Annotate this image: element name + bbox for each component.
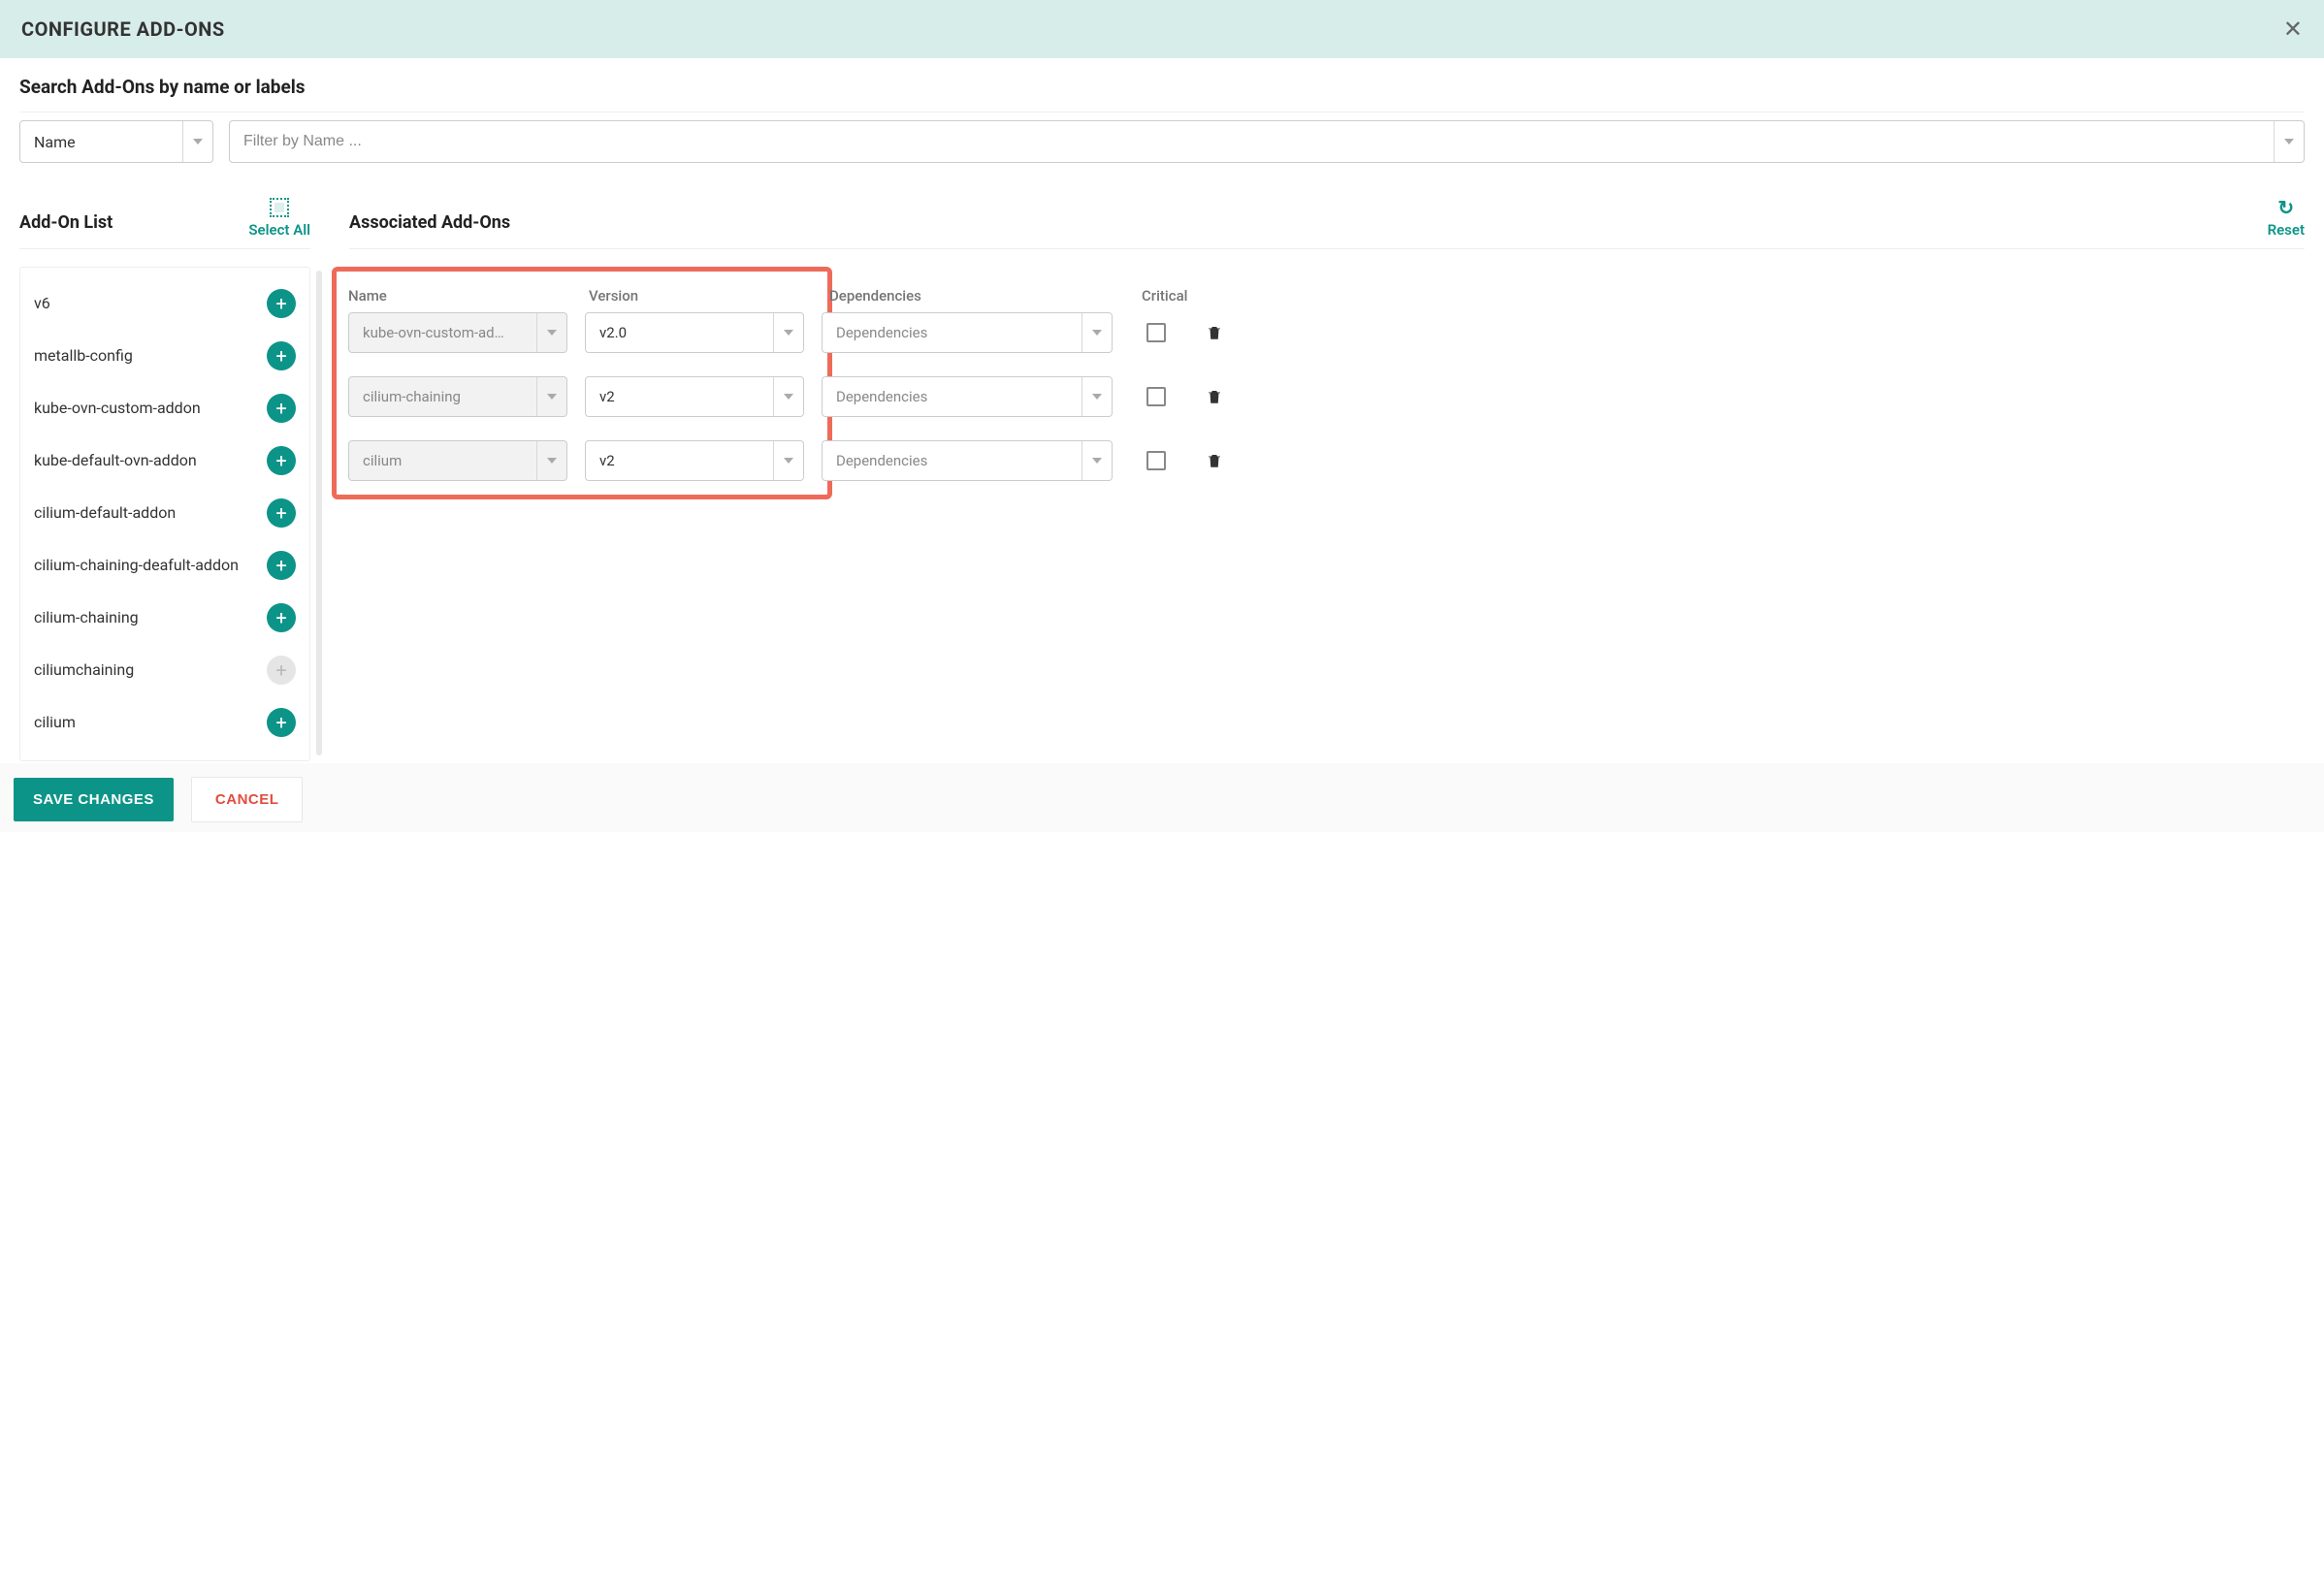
addon-list-item: cilium-chaining+ (34, 592, 296, 644)
chevron-down-icon (1081, 313, 1112, 352)
delete-icon[interactable] (1206, 323, 1223, 342)
search-field-select[interactable]: Name (19, 120, 213, 163)
search-filter-text[interactable] (243, 133, 2274, 150)
chevron-down-icon (773, 313, 803, 352)
modal-title: CONFIGURE ADD-ONS (21, 17, 225, 41)
add-addon-button[interactable]: + (267, 446, 296, 475)
addon-item-label: ciliumchaining (34, 660, 267, 681)
add-addon-button[interactable]: + (267, 708, 296, 737)
add-addon-button[interactable]: + (267, 498, 296, 528)
addon-list-item: ciliumchaining+ (34, 644, 296, 696)
associated-title: Associated Add-Ons (349, 212, 510, 239)
chevron-down-icon (536, 313, 566, 352)
chevron-down-icon (1081, 441, 1112, 480)
add-addon-button[interactable]: + (267, 341, 296, 370)
footer: SAVE CHANGES CANCEL (0, 763, 2324, 832)
addon-list-item: calico+ (34, 749, 296, 761)
assoc-version-value: v2 (599, 452, 615, 469)
col-header-name: Name (348, 287, 571, 305)
addon-list-item: metallb-config+ (34, 330, 296, 382)
chevron-down-icon (2274, 121, 2304, 162)
addon-item-label: cilium-default-addon (34, 503, 267, 524)
delete-icon[interactable] (1206, 451, 1223, 470)
chevron-down-icon (1081, 377, 1112, 416)
associated-row: cilium-chaining v2 Dependencies (348, 376, 1279, 417)
select-all-label: Select All (248, 221, 310, 239)
assoc-version-value: v2 (599, 388, 615, 405)
add-addon-button[interactable]: + (267, 289, 296, 318)
addon-list: v6+metallb-config+kube-ovn-custom-addon+… (19, 267, 310, 761)
assoc-name-value: cilium (363, 452, 402, 469)
reset-label: Reset (2268, 221, 2305, 239)
addon-item-label: v6 (34, 294, 267, 314)
critical-checkbox[interactable] (1146, 387, 1166, 406)
chevron-down-icon (536, 441, 566, 480)
chevron-down-icon (773, 377, 803, 416)
assoc-dep-placeholder: Dependencies (836, 452, 927, 469)
search-filter-input[interactable] (229, 120, 2305, 163)
addon-list-item: cilium-default-addon+ (34, 487, 296, 539)
add-addon-button[interactable]: + (267, 551, 296, 580)
assoc-name-select[interactable]: cilium (348, 440, 567, 481)
assoc-dep-placeholder: Dependencies (836, 324, 927, 341)
assoc-dependencies-select[interactable]: Dependencies (822, 312, 1113, 353)
addon-item-label: cilium (34, 713, 267, 733)
addon-list-item: kube-ovn-custom-addon+ (34, 382, 296, 434)
col-header-critical: Critical (1142, 287, 1194, 305)
assoc-version-value: v2.0 (599, 324, 627, 341)
assoc-version-select[interactable]: v2 (585, 376, 804, 417)
select-all-icon (270, 198, 289, 217)
addon-item-label: cilium-chaining (34, 608, 267, 628)
addon-item-label: cilium-chaining-deafult-addon (34, 556, 267, 576)
reset-button[interactable]: ↻ Reset (2268, 198, 2305, 239)
assoc-version-select[interactable]: v2 (585, 440, 804, 481)
highlighted-region: Name Version Dependencies Critical kube-… (332, 267, 832, 499)
associated-row: cilium v2 Dependencies (348, 440, 1279, 481)
assoc-version-select[interactable]: v2.0 (585, 312, 804, 353)
reset-icon: ↻ (2277, 198, 2294, 217)
addon-list-item: cilium-chaining-deafult-addon+ (34, 539, 296, 592)
assoc-name-value: cilium-chaining (363, 388, 461, 405)
assoc-name-select[interactable]: kube-ovn-custom-ad… (348, 312, 567, 353)
assoc-name-value: kube-ovn-custom-ad… (363, 324, 504, 341)
critical-checkbox[interactable] (1146, 323, 1166, 342)
cancel-button[interactable]: CANCEL (191, 777, 304, 822)
add-addon-button[interactable]: + (267, 760, 296, 761)
search-field-value: Name (34, 133, 76, 151)
associated-row: kube-ovn-custom-ad… v2.0 Dependencies (348, 312, 1279, 353)
close-icon[interactable]: ✕ (2283, 16, 2303, 43)
add-addon-button: + (267, 656, 296, 685)
assoc-name-select[interactable]: cilium-chaining (348, 376, 567, 417)
chevron-down-icon (536, 377, 566, 416)
addon-item-label: kube-ovn-custom-addon (34, 399, 267, 419)
search-section-label: Search Add-Ons by name or labels (19, 76, 2305, 98)
chevron-down-icon (182, 121, 212, 162)
chevron-down-icon (773, 441, 803, 480)
addon-list-title: Add-On List (19, 212, 113, 239)
add-addon-button[interactable]: + (267, 394, 296, 423)
assoc-columns-header: Name Version Dependencies Critical (348, 283, 1279, 312)
col-header-version: Version (589, 287, 812, 305)
addon-list-item: v6+ (34, 277, 296, 330)
scrollbar[interactable] (316, 271, 322, 755)
add-addon-button[interactable]: + (267, 603, 296, 632)
addon-list-item: kube-default-ovn-addon+ (34, 434, 296, 487)
assoc-dependencies-select[interactable]: Dependencies (822, 376, 1113, 417)
addon-item-label: kube-default-ovn-addon (34, 451, 267, 471)
assoc-dependencies-select[interactable]: Dependencies (822, 440, 1113, 481)
save-button[interactable]: SAVE CHANGES (14, 778, 174, 821)
modal-header: CONFIGURE ADD-ONS ✕ (0, 0, 2324, 58)
addon-item-label: metallb-config (34, 346, 267, 367)
assoc-dep-placeholder: Dependencies (836, 388, 927, 405)
col-header-dependencies: Dependencies (829, 287, 1124, 305)
select-all-button[interactable]: Select All (248, 198, 310, 239)
addon-list-item: cilium+ (34, 696, 296, 749)
delete-icon[interactable] (1206, 387, 1223, 406)
critical-checkbox[interactable] (1146, 451, 1166, 470)
